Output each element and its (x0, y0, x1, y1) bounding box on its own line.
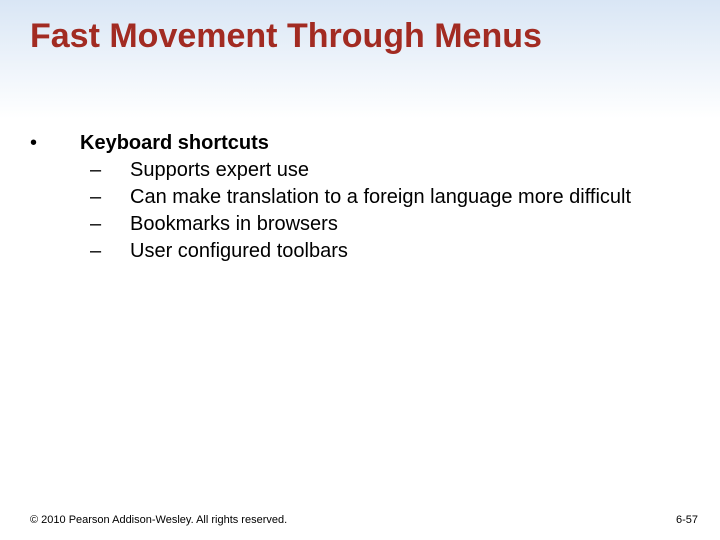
subitem: – Can make translation to a foreign lang… (80, 184, 690, 211)
slide-body: • Keyboard shortcuts – Supports expert u… (30, 130, 690, 265)
slide: Fast Movement Through Menus • Keyboard s… (0, 0, 720, 540)
bullet-heading: Keyboard shortcuts (80, 130, 690, 157)
slide-title: Fast Movement Through Menus (30, 18, 690, 55)
dash-icon: – (80, 157, 130, 184)
subitem-text: Can make translation to a foreign langua… (130, 184, 690, 211)
subitem: – Supports expert use (80, 157, 690, 184)
subitem-text: Supports expert use (130, 157, 690, 184)
copyright-text: © 2010 Pearson Addison-Wesley. All right… (30, 514, 287, 526)
page-number: 6-57 (676, 514, 698, 526)
subitem: – User configured toolbars (80, 238, 690, 265)
subitem-text: User configured toolbars (130, 238, 690, 265)
dash-icon: – (80, 211, 130, 238)
bullet-icon: • (30, 130, 80, 157)
subitem-text: Bookmarks in browsers (130, 211, 690, 238)
subitem: – Bookmarks in browsers (80, 211, 690, 238)
dash-icon: – (80, 238, 130, 265)
dash-icon: – (80, 184, 130, 211)
bullet-level1: • Keyboard shortcuts (30, 130, 690, 157)
